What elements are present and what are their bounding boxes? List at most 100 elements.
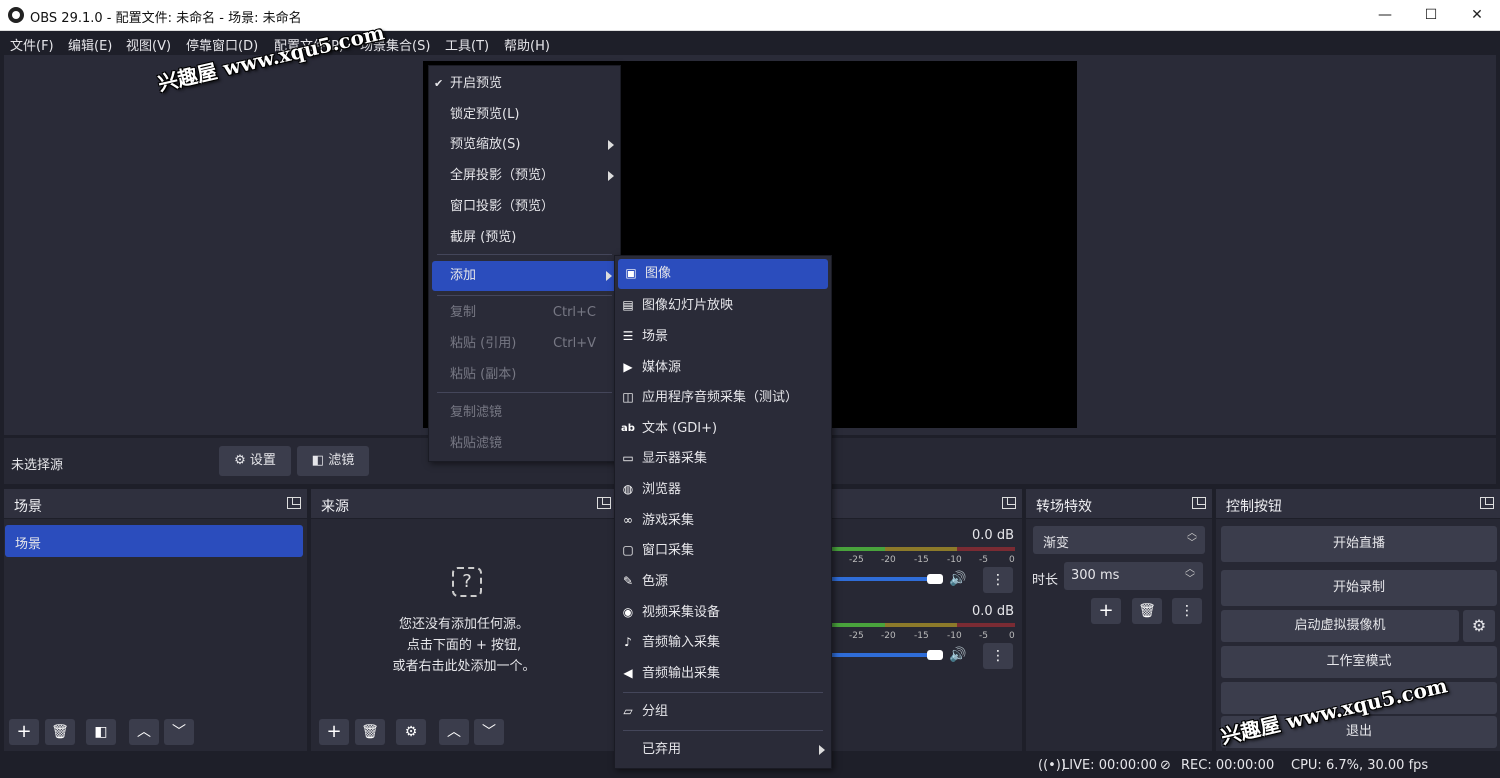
submenu-item-deprecated[interactable]: 已弃用 — [615, 735, 831, 764]
no-source-label: 未选择源 — [11, 458, 64, 473]
menu-item-label: 粘贴滤镜 — [450, 436, 503, 451]
transitions-dock: 转场特效 渐变 ︿ ﹀ 时长 300 ms ︿ ﹀ + 🗑 ⋮ — [1026, 489, 1212, 751]
menu-edit[interactable]: 编辑(E) — [68, 35, 112, 54]
submenu-item-label: 音频输出采集 — [642, 666, 721, 681]
submenu-item-video-capture[interactable]: ◉ 视频采集设备 — [615, 598, 831, 627]
submenu-item-group[interactable]: ▱ 分组 — [615, 697, 831, 726]
trash-icon[interactable]: 🗑 — [1132, 598, 1162, 624]
duration-value: 300 ms — [1071, 568, 1120, 583]
menu-help[interactable]: 帮助(H) — [504, 35, 550, 54]
empty-line-2: 点击下面的 + 按钮, — [406, 638, 522, 653]
source-settings-button[interactable]: ⚙ 设置 — [219, 446, 291, 476]
menu-item-label: 开启预览 — [450, 76, 503, 91]
menu-item-add[interactable]: 添加 — [432, 261, 618, 291]
minimize-button[interactable]: — — [1362, 0, 1408, 31]
studio-mode-button[interactable]: 工作室模式 — [1221, 646, 1497, 678]
chevron-up-icon[interactable]: ︿ — [129, 719, 159, 745]
menu-item-label: 全屏投影（预览） — [450, 168, 555, 183]
menu-item-window-projector[interactable]: 窗口投影（预览） — [429, 192, 620, 221]
volume-slider[interactable] — [829, 653, 929, 657]
menu-tools[interactable]: 工具(T) — [445, 35, 489, 54]
menu-item-copy-filters[interactable]: 复制滤镜 — [429, 398, 620, 427]
speaker-icon[interactable]: 🔊 — [949, 647, 966, 663]
submenu-item-media[interactable]: ▶ 媒体源 — [615, 353, 831, 382]
more-icon[interactable]: ⋮ — [983, 567, 1013, 593]
menu-item-preview-scaling[interactable]: 预览缩放(S) — [429, 130, 620, 159]
submenu-item-image[interactable]: ▣ 图像 — [618, 259, 828, 289]
updown-icon: ︿ ﹀ — [1187, 528, 1197, 549]
more-icon[interactable]: ⋮ — [1172, 598, 1202, 624]
mixer-db-2: 0.0 dB — [972, 604, 1014, 619]
submenu-item-audio-output[interactable]: ◀ 音频输出采集 — [615, 659, 831, 688]
menu-item-paste-filters[interactable]: 粘贴滤镜 — [429, 429, 620, 458]
submenu-item-slideshow[interactable]: ▤ 图像幻灯片放映 — [615, 291, 831, 320]
chevron-up-icon[interactable]: ︿ — [439, 719, 469, 745]
volume-knob[interactable] — [927, 650, 943, 660]
menu-item-screenshot[interactable]: 截屏 (预览) — [429, 223, 620, 252]
meter-yellow — [885, 623, 957, 627]
filter-icon[interactable]: ◧ — [86, 719, 116, 745]
tick: -20 — [881, 555, 896, 565]
undock-icon[interactable] — [1192, 497, 1206, 509]
undock-icon[interactable] — [1480, 497, 1494, 509]
volume-slider[interactable] — [829, 577, 929, 581]
undock-icon[interactable] — [287, 497, 301, 509]
submenu-item-audio-input[interactable]: ♪ 音频输入采集 — [615, 628, 831, 657]
volume-knob[interactable] — [927, 574, 943, 584]
start-stream-button[interactable]: 开始直播 — [1221, 526, 1497, 562]
add-source-button[interactable]: + — [319, 719, 349, 745]
globe-icon: ◍ — [622, 482, 634, 496]
duration-spinbox[interactable]: 300 ms ︿ ﹀ — [1064, 562, 1203, 590]
menu-separator — [437, 254, 612, 255]
tick: -25 — [849, 555, 864, 565]
submenu-item-label: 图像 — [645, 266, 672, 281]
virtual-camera-button[interactable]: 启动虚拟摄像机 — [1221, 610, 1459, 642]
speaker-icon[interactable]: 🔊 — [949, 571, 966, 587]
close-button[interactable]: ✕ — [1454, 0, 1500, 31]
source-filters-button[interactable]: ◧ 滤镜 — [297, 446, 369, 476]
gear-icon[interactable]: ⚙ — [1463, 610, 1495, 642]
undock-icon[interactable] — [1002, 497, 1016, 509]
add-transition-button[interactable]: + — [1091, 598, 1121, 624]
more-icon[interactable]: ⋮ — [983, 643, 1013, 669]
menu-separator — [437, 295, 612, 296]
submenu-item-app-audio[interactable]: ◫ 应用程序音频采集（测试） — [615, 383, 831, 412]
undock-icon[interactable] — [597, 497, 611, 509]
meter-yellow — [885, 547, 957, 551]
submenu-item-display[interactable]: ▭ 显示器采集 — [615, 444, 831, 473]
trash-icon[interactable]: 🗑 — [45, 719, 75, 745]
submenu-item-color[interactable]: ✎ 色源 — [615, 567, 831, 596]
menu-file[interactable]: 文件(F) — [10, 35, 54, 54]
rec-icon: ⊘ — [1160, 758, 1171, 773]
gear-icon[interactable]: ⚙ — [396, 719, 426, 745]
menu-item-paste-dup[interactable]: 粘贴 (副本) — [429, 360, 620, 389]
submenu-item-game[interactable]: ∞ 游戏采集 — [615, 506, 831, 535]
submenu-item-scene[interactable]: ☰ 场景 — [615, 322, 831, 351]
menu-item-label: 锁定预览(L) — [450, 107, 520, 122]
submenu-item-label: 场景 — [642, 329, 669, 344]
menu-view[interactable]: 视图(V) — [126, 35, 171, 54]
chevron-down-icon[interactable]: ﹀ — [474, 719, 504, 745]
submenu-item-window[interactable]: ▢ 窗口采集 — [615, 536, 831, 565]
menu-item-enable-preview[interactable]: ✔ 开启预览 — [429, 69, 620, 98]
microphone-icon: ♪ — [624, 635, 632, 649]
submenu-item-label: 游戏采集 — [642, 513, 695, 528]
filter-icon: ◧ — [311, 453, 325, 468]
maximize-button[interactable]: ☐ — [1408, 0, 1454, 31]
chevron-right-icon — [608, 171, 614, 181]
chevron-right-icon — [819, 745, 825, 755]
submenu-item-label: 已弃用 — [642, 742, 682, 757]
start-record-button[interactable]: 开始录制 — [1221, 570, 1497, 606]
submenu-item-text[interactable]: ab 文本 (GDI+) — [615, 414, 831, 443]
menu-item-lock-preview[interactable]: 锁定预览(L) — [429, 100, 620, 129]
menu-item-copy[interactable]: 复制 Ctrl+C — [429, 298, 620, 327]
menu-item-paste-ref[interactable]: 粘贴 (引用) Ctrl+V — [429, 329, 620, 358]
chevron-down-icon[interactable]: ﹀ — [164, 719, 194, 745]
scene-item[interactable]: 场景 — [5, 525, 303, 557]
add-scene-button[interactable]: + — [9, 719, 39, 745]
submenu-item-browser[interactable]: ◍ 浏览器 — [615, 475, 831, 504]
meter-green — [829, 623, 885, 627]
menu-item-fullscreen-projector[interactable]: 全屏投影（预览） — [429, 161, 620, 190]
transition-select[interactable]: 渐变 ︿ ﹀ — [1033, 526, 1205, 554]
trash-icon[interactable]: 🗑 — [355, 719, 385, 745]
